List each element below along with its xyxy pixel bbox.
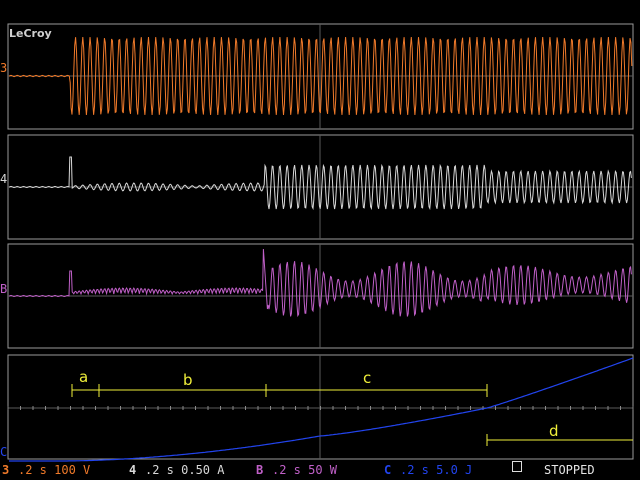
status-chB-settings[interactable]: .2 s 50 W bbox=[272, 461, 337, 480]
oscilloscope-display: LeCroy 3 4 B C a b c d bbox=[0, 23, 634, 462]
panel-ch4-current: 4 bbox=[0, 134, 634, 240]
trace-marker-chC: C bbox=[0, 445, 7, 459]
panel-chC-energy: C a b c d bbox=[0, 354, 634, 462]
status-ch3-marker[interactable]: 3 bbox=[2, 461, 9, 480]
status-ch3-settings[interactable]: .2 s 100 V bbox=[18, 461, 90, 480]
status-chB-marker[interactable]: B bbox=[256, 461, 263, 480]
acquisition-state-box-icon[interactable] bbox=[512, 461, 522, 472]
segment-label-c: c bbox=[363, 369, 371, 387]
brand-logo: LeCroy bbox=[9, 27, 52, 40]
panel-chB-power: B bbox=[0, 243, 634, 349]
status-chC-settings[interactable]: .2 s 5.0 J bbox=[400, 461, 472, 480]
status-ch4-marker[interactable]: 4 bbox=[129, 461, 136, 480]
trace-marker-ch4: 4 bbox=[0, 172, 7, 186]
segment-label-b: b bbox=[183, 371, 193, 389]
segment-label-a: a bbox=[79, 368, 88, 386]
status-ch4-settings[interactable]: .2 s 0.50 A bbox=[145, 461, 224, 480]
status-bar: 3 .2 s 100 V 4 .2 s 0.50 A B .2 s 50 W C… bbox=[0, 461, 640, 480]
acquisition-state[interactable]: STOPPED bbox=[544, 461, 595, 480]
trace-marker-chB: B bbox=[0, 282, 7, 296]
trace-marker-ch3: 3 bbox=[0, 61, 7, 75]
segment-label-d: d bbox=[549, 422, 559, 440]
panel-ch3-voltage: LeCroy 3 bbox=[0, 23, 634, 130]
status-chC-marker[interactable]: C bbox=[384, 461, 391, 480]
